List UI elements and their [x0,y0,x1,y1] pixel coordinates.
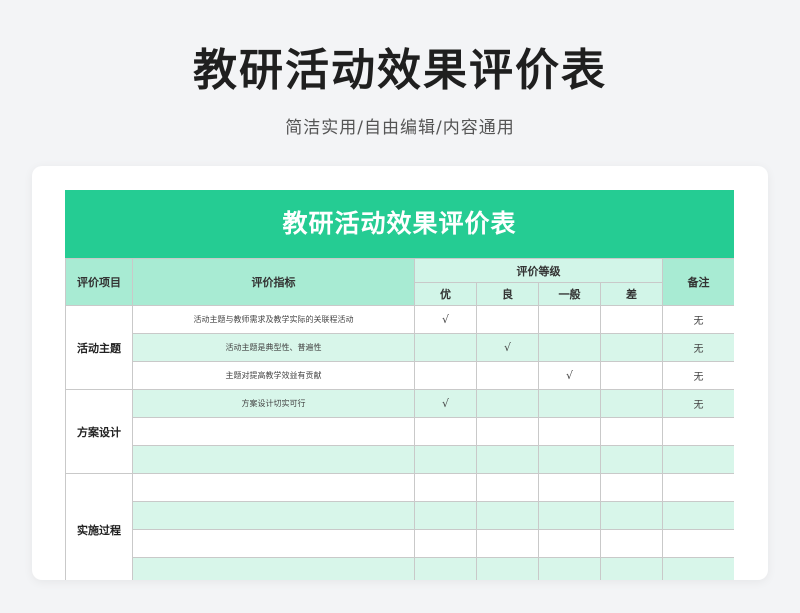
grade-mark-cell [600,389,663,418]
grade-mark-cell [476,305,539,334]
grade-mark-cell [600,557,663,580]
grade-mark-cell [600,445,663,474]
grade-mark-cell [600,529,663,558]
grade-mark-cell [414,333,477,362]
indicator-cell [132,529,415,558]
page-title: 教研活动效果评价表 [193,45,607,96]
note-cell [662,501,734,530]
grade-mark-cell [414,501,477,530]
indicator-cell [132,445,415,474]
header-indicator: 评价指标 [132,258,415,306]
sheet-card: 教研活动效果评价表 评价项目 评价指标 评价等级 备注 优 良 一般 差 活动主… [32,166,768,580]
grade-mark-cell [538,529,601,558]
table-row [66,445,734,474]
table-row: 主题对提高教学效益有贡献 √ 无 [66,361,734,390]
note-cell [662,417,734,446]
indicator-cell [132,557,415,580]
grade-mark-cell [414,445,477,474]
grade-mark-cell [414,417,477,446]
grade-mark-cell [538,473,601,502]
grade-mark-cell [414,529,477,558]
grade-mark-cell [476,501,539,530]
grade-mark-cell [476,529,539,558]
grade-mark-cell [600,417,663,446]
note-cell [662,445,734,474]
indicator-cell: 活动主题是典型性、普遍性 [132,333,415,362]
grade-mark-cell [538,445,601,474]
note-cell [662,557,734,580]
grade-mark-cell [476,361,539,390]
grade-mark-cell [476,389,539,418]
grade-mark-cell [476,417,539,446]
page-subtitle: 简洁实用/自由编辑/内容通用 [285,118,515,138]
category-cell: 方案设计 [65,389,133,474]
grade-mark-cell [414,473,477,502]
table-row: 方案设计 方案设计切实可行 √ 无 [65,389,734,474]
note-cell [662,473,734,502]
indicator-cell [132,417,415,446]
indicator-cell: 方案设计切实可行 [132,389,415,418]
table-row [66,557,734,580]
note-cell: 无 [662,389,734,418]
table-row: 活动主题是典型性、普遍性 √ 无 [66,333,734,362]
table-row: 实施过程 [65,473,734,580]
header-grade: 评价等级 [414,258,663,283]
grade-mark-cell [476,473,539,502]
header-item: 评价项目 [65,258,133,306]
indicator-cell: 主题对提高教学效益有贡献 [132,361,415,390]
grade-mark-cell [600,361,663,390]
indicator-cell: 活动主题与教师需求及教学实际的关联程活动 [132,305,415,334]
grade-mark-cell [414,557,477,580]
category-cell: 实施过程 [65,473,133,580]
evaluation-table: 评价项目 评价指标 评价等级 备注 优 良 一般 差 活动主题 活动主题与教师需求… [65,258,734,580]
indicator-cell [132,501,415,530]
grade-mark-cell [538,501,601,530]
grade-mark-cell [600,473,663,502]
grade-mark-cell: √ [476,333,539,362]
table-row: 活动主题 活动主题与教师需求及教学实际的关联程活动 √ 无 [65,305,734,390]
header-grade-average: 一般 [538,282,601,306]
grade-mark-cell [600,305,663,334]
grade-mark-cell [600,501,663,530]
table-body: 活动主题 活动主题与教师需求及教学实际的关联程活动 √ 无活动主题是典型性、普遍性 √ 无… [65,305,734,580]
grade-mark-cell [538,557,601,580]
grade-mark-cell [476,445,539,474]
header-grade-poor: 差 [600,282,663,306]
header-grade-good: 良 [476,282,539,306]
grade-mark-cell [414,361,477,390]
table-row [66,529,734,558]
grade-mark-cell [600,333,663,362]
note-cell: 无 [662,361,734,390]
note-cell: 无 [662,333,734,362]
evaluation-sheet: 教研活动效果评价表 评价项目 评价指标 评价等级 备注 优 良 一般 差 活动主… [65,190,734,580]
grade-mark-cell: √ [538,361,601,390]
grade-mark-cell [538,417,601,446]
grade-mark-cell [476,557,539,580]
header-grade-excellent: 优 [414,282,477,306]
grade-mark-cell [538,305,601,334]
sheet-title: 教研活动效果评价表 [65,190,734,258]
grade-mark-cell [538,333,601,362]
grade-mark-cell [538,389,601,418]
table-row [66,417,734,446]
category-cell: 活动主题 [65,305,133,390]
grade-mark-cell: √ [414,305,477,334]
note-cell: 无 [662,305,734,334]
note-cell [662,529,734,558]
indicator-cell [132,473,415,502]
table-row [66,501,734,530]
header-note: 备注 [662,258,734,306]
grade-mark-cell: √ [414,389,477,418]
